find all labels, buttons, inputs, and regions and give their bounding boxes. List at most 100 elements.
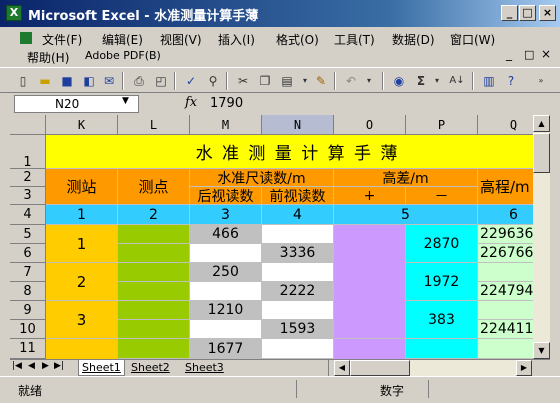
vertical-scroll-thumb[interactable] xyxy=(533,133,550,173)
back-reading-cell[interactable]: 1210 xyxy=(190,301,262,320)
back-reading-cell[interactable]: 250 xyxy=(190,263,262,282)
row-header-2[interactable]: 2 xyxy=(10,169,46,187)
tab-split-handle[interactable] xyxy=(328,360,332,376)
row-header-4[interactable]: 4 xyxy=(10,205,46,225)
scroll-down-icon[interactable]: ▼ xyxy=(533,342,550,359)
undo-dropdown-icon[interactable]: ▾ xyxy=(360,72,378,90)
last-sheet-icon[interactable]: ▶| xyxy=(54,361,64,371)
horizontal-scroll-track[interactable] xyxy=(410,360,516,376)
menu-adobe-pdf[interactable]: Adobe PDF(B) xyxy=(85,49,161,62)
diff-plus-cell[interactable] xyxy=(334,225,406,339)
index-cell[interactable]: 5 xyxy=(334,205,478,225)
column-header-o[interactable]: O xyxy=(334,115,406,135)
column-header-m[interactable]: M xyxy=(190,115,262,135)
first-sheet-icon[interactable]: |◀ xyxy=(12,361,22,371)
station-cell[interactable]: 2 xyxy=(46,263,118,301)
insert-function-icon[interactable]: fx xyxy=(185,95,197,110)
back-reading-cell[interactable] xyxy=(190,320,262,339)
index-cell[interactable]: 3 xyxy=(190,205,262,225)
menu-view[interactable]: 视图(V) xyxy=(160,31,202,48)
hyperlink-icon[interactable]: ◉ xyxy=(390,72,408,90)
permission-icon[interactable]: ◧ xyxy=(80,72,98,90)
menu-insert[interactable]: 插入(I) xyxy=(218,31,255,48)
formula-input[interactable]: 1790 xyxy=(210,96,243,111)
menu-help[interactable]: 帮助(H) xyxy=(27,49,69,66)
doc-restore-button[interactable]: □ xyxy=(524,48,534,61)
select-all-corner[interactable] xyxy=(10,115,46,135)
header-back-reading[interactable]: 后视读数 xyxy=(190,187,262,205)
column-header-k[interactable]: K xyxy=(46,115,118,135)
name-box[interactable]: N20 xyxy=(14,95,139,113)
cut-icon[interactable]: ✂ xyxy=(234,72,252,90)
fore-reading-cell[interactable] xyxy=(262,263,334,282)
menu-tools[interactable]: 工具(T) xyxy=(334,31,375,48)
fore-reading-cell[interactable] xyxy=(262,301,334,320)
point-cell[interactable] xyxy=(118,320,190,339)
point-cell[interactable] xyxy=(118,225,190,244)
scroll-up-icon[interactable]: ▲ xyxy=(533,115,550,132)
header-fore-reading[interactable]: 前视读数 xyxy=(262,187,334,205)
fore-reading-cell[interactable]: 2222 xyxy=(262,282,334,301)
header-point[interactable]: 测点 xyxy=(118,169,190,205)
header-diff[interactable]: 高差/m xyxy=(334,169,478,187)
close-button[interactable]: × xyxy=(539,5,556,21)
prev-sheet-icon[interactable]: ◀ xyxy=(28,361,35,371)
horizontal-scroll-thumb[interactable] xyxy=(350,360,410,376)
maximize-button[interactable]: □ xyxy=(519,5,536,21)
help-icon[interactable]: ? xyxy=(502,72,520,90)
station-cell[interactable]: 1 xyxy=(46,225,118,263)
header-reading[interactable]: 水准尺读数/m xyxy=(190,169,334,187)
toolbar-options-icon[interactable]: » xyxy=(532,72,550,90)
point-cell[interactable] xyxy=(118,263,190,282)
station-cell[interactable]: 4 xyxy=(46,339,118,359)
vertical-scrollbar[interactable]: ▲ ▼ xyxy=(533,115,550,359)
point-cell[interactable] xyxy=(118,301,190,320)
doc-close-button[interactable]: × xyxy=(541,47,551,61)
diff-minus-cell[interactable]: 1972 xyxy=(406,263,478,301)
scroll-right-icon[interactable]: ▶ xyxy=(516,360,532,376)
header-diff-minus[interactable]: － xyxy=(406,187,478,205)
fore-reading-cell[interactable]: 3336 xyxy=(262,244,334,263)
fore-reading-cell[interactable]: 1593 xyxy=(262,320,334,339)
point-cell[interactable] xyxy=(118,244,190,263)
fore-reading-cell[interactable] xyxy=(262,339,334,359)
chart-wizard-icon[interactable]: ▥ xyxy=(480,72,498,90)
format-painter-icon[interactable]: ✎ xyxy=(312,72,330,90)
save-icon[interactable]: ■ xyxy=(58,72,76,90)
menu-file[interactable]: 文件(F) xyxy=(42,31,82,48)
sheet-tab-sheet2[interactable]: Sheet2 xyxy=(128,360,173,376)
new-icon[interactable]: ▯ xyxy=(14,72,32,90)
header-diff-plus[interactable]: + xyxy=(334,187,406,205)
undo-icon[interactable]: ↶ xyxy=(342,72,360,90)
sort-ascending-icon[interactable]: A↓ xyxy=(448,72,466,90)
back-reading-cell[interactable] xyxy=(190,282,262,301)
spelling-icon[interactable]: ✓ xyxy=(182,72,200,90)
header-station[interactable]: 测站 xyxy=(46,169,118,205)
back-reading-cell[interactable]: 466 xyxy=(190,225,262,244)
diff-plus-cell[interactable]: 385 xyxy=(334,339,406,359)
next-sheet-icon[interactable]: ▶ xyxy=(42,361,49,371)
research-icon[interactable]: ⚲ xyxy=(204,72,222,90)
scroll-left-icon[interactable]: ◀ xyxy=(334,360,350,376)
menu-data[interactable]: 数据(D) xyxy=(392,31,435,48)
print-icon[interactable]: ⎙ xyxy=(130,72,148,90)
diff-minus-cell[interactable] xyxy=(406,339,478,359)
menu-format[interactable]: 格式(O) xyxy=(276,31,319,48)
index-cell[interactable]: 2 xyxy=(118,205,190,225)
row-header-6[interactable]: 6 xyxy=(10,244,46,263)
back-reading-cell[interactable]: 1677 xyxy=(190,339,262,359)
column-header-p[interactable]: P xyxy=(406,115,478,135)
row-header-8[interactable]: 8 xyxy=(10,282,46,301)
point-cell[interactable] xyxy=(118,339,190,359)
row-header-3[interactable]: 3 xyxy=(10,187,46,205)
row-header-11[interactable]: 11 xyxy=(10,339,46,359)
row-header-9[interactable]: 9 xyxy=(10,301,46,320)
row-header-10[interactable]: 10 xyxy=(10,320,46,339)
open-icon[interactable]: ▬ xyxy=(36,72,54,90)
name-box-dropdown-icon[interactable]: ▼ xyxy=(122,96,129,106)
print-preview-icon[interactable]: ◰ xyxy=(152,72,170,90)
menu-window[interactable]: 窗口(W) xyxy=(450,31,495,48)
workbook-icon[interactable] xyxy=(20,32,32,44)
row-header-5[interactable]: 5 xyxy=(10,225,46,244)
email-icon[interactable]: ✉ xyxy=(100,72,118,90)
